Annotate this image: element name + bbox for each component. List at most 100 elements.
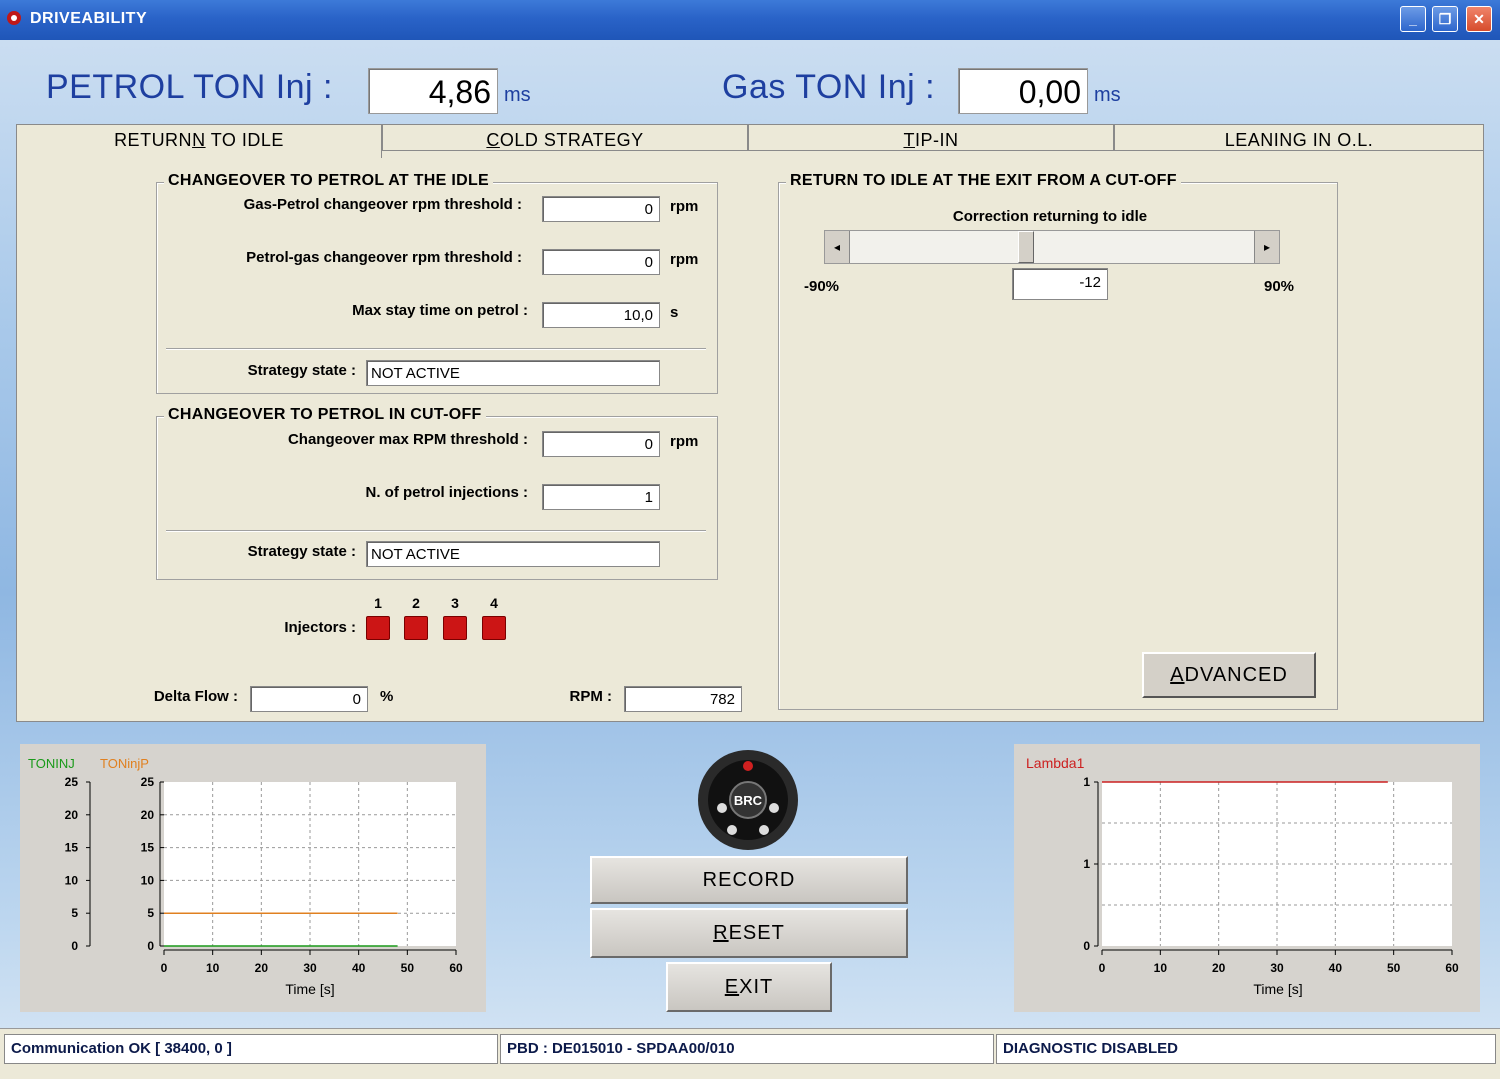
status-communication: Communication OK [ 38400, 0 ] [4, 1034, 498, 1064]
percent-unit: % [380, 688, 394, 705]
tab-label-accel: T [903, 130, 915, 150]
injector-number: 4 [490, 595, 498, 611]
y-tick-label: 10 [65, 873, 79, 887]
y-tick-label: 20 [65, 808, 79, 822]
x-tick-label: 50 [1387, 961, 1401, 975]
y-tick-label: 25 [65, 775, 79, 789]
x-tick-label: 0 [1099, 961, 1106, 975]
app-icon [7, 11, 21, 25]
y-tick-label: 0 [147, 939, 154, 953]
changeover-max-rpm-field[interactable]: 0 [542, 431, 660, 457]
tab-label-rest: TO IDLE [205, 130, 284, 150]
rpm-field: 782 [624, 686, 742, 712]
gas-ton-label: Gas TON Inj : [722, 68, 936, 106]
x-tick-label: 10 [1154, 961, 1168, 975]
correction-label: Correction returning to idle [952, 208, 1148, 225]
gas-ton-unit: ms [1094, 84, 1121, 106]
delta-flow-label: Delta Flow : [153, 688, 238, 705]
x-tick-label: 40 [352, 961, 366, 975]
cutoff-idle-title: RETURN TO IDLE AT THE EXIT FROM A CUT-OF… [786, 172, 1181, 190]
y-tick-label: 5 [71, 906, 78, 920]
gas-petrol-threshold-field[interactable]: 0 [542, 196, 660, 222]
y-tick-label: 0 [1083, 939, 1090, 953]
y-tick-label: 1 [1083, 857, 1090, 871]
ton-chart-svg: TONINJ TONinjP 2520151050 2520151050 0 10… [28, 756, 463, 997]
max-stay-time-field[interactable]: 10,0 [542, 302, 660, 328]
x-tick-label: 60 [1445, 961, 1459, 975]
reset-button[interactable]: RESET [590, 908, 908, 958]
x-tick-label: 60 [449, 961, 463, 975]
max-stay-time-label: Max stay time on petrol : [352, 302, 528, 319]
y-tick-label: 15 [141, 841, 155, 855]
legend-toninjp: TONinjP [100, 756, 149, 771]
x-tick-label: 30 [303, 961, 317, 975]
tab-label-accel: N [192, 130, 206, 150]
idle-strategy-state-field: NOT ACTIVE [366, 360, 660, 386]
tab-label: LEANING IN O.L. [1224, 130, 1374, 150]
gas-ton-value: 0,00 [958, 68, 1088, 114]
divider [166, 348, 706, 350]
x-axis-label: Time [s] [1253, 981, 1302, 997]
injectors-label: Injectors : [284, 619, 356, 636]
brc-logo: BRC [696, 748, 800, 852]
minimize-button[interactable]: _ [1400, 6, 1426, 32]
rpm-unit: rpm [670, 251, 699, 268]
logo-text: BRC [734, 793, 763, 808]
x-tick-label: 10 [206, 961, 220, 975]
rpm-unit: rpm [670, 198, 699, 215]
tab-label: RETURN [114, 130, 193, 150]
lambda-chart-svg: Lambda1 110 0 10 20 30 40 50 60 Time [s] [1026, 755, 1459, 997]
y-tick-label: 0 [71, 939, 78, 953]
petrol-gas-threshold-field[interactable]: 0 [542, 249, 660, 275]
correction-value-field: -12 [1012, 268, 1108, 300]
slider-left-arrow-icon[interactable]: ◂ [825, 231, 850, 263]
window-title: DRIVEABILITY [30, 10, 148, 27]
y-tick-label: 20 [141, 808, 155, 822]
maximize-icon: ❐ [1438, 10, 1452, 27]
close-icon: ✕ [1473, 10, 1485, 27]
button-label: XIT [739, 976, 774, 998]
button-label: ESET [728, 922, 785, 944]
petrol-injections-field[interactable]: 1 [542, 484, 660, 510]
maximize-button[interactable]: ❐ [1432, 6, 1458, 32]
changeover-max-rpm-label: Changeover max RPM threshold : [287, 431, 528, 448]
slider-right-arrow-icon[interactable]: ▸ [1254, 231, 1279, 263]
button-label: DVANCED [1184, 664, 1288, 686]
status-diagnostic: DIAGNOSTIC DISABLED [996, 1034, 1496, 1064]
injector-number: 2 [412, 595, 420, 611]
petrol-ton-value: 4,86 [368, 68, 498, 114]
close-button[interactable]: ✕ [1466, 6, 1492, 32]
strategy-state-label: Strategy state : [247, 362, 356, 379]
lambda-chart: Lambda1 110 0 10 20 30 40 50 60 Time [s] [1014, 744, 1480, 1012]
strategy-state-label: Strategy state : [247, 543, 356, 560]
status-pbd: PBD : DE015010 - SPDAA00/010 [500, 1034, 994, 1064]
slider-thumb[interactable] [1018, 231, 1034, 263]
exit-button[interactable]: EXIT [666, 962, 832, 1012]
y-tick-label: 1 [1083, 775, 1090, 789]
gas-petrol-threshold-label: Gas-Petrol changeover rpm threshold : [243, 196, 522, 213]
idle-group-title: CHANGEOVER TO PETROL AT THE IDLE [164, 172, 494, 190]
x-tick-label: 20 [255, 961, 269, 975]
injector-indicator [482, 616, 506, 640]
y-tick-label: 10 [141, 873, 155, 887]
x-tick-label: 30 [1270, 961, 1284, 975]
button-accel: A [1170, 664, 1185, 686]
injector-indicator [366, 616, 390, 640]
tab-return-to-idle[interactable]: RETURNN TO IDLE [16, 124, 382, 158]
button-accel: E [724, 976, 740, 998]
record-button[interactable]: RECORD [590, 856, 908, 904]
rpm-unit: rpm [670, 433, 699, 450]
injector-number: 3 [451, 595, 459, 611]
tab-label-accel: C [486, 130, 500, 150]
x-tick-label: 40 [1329, 961, 1343, 975]
tab-label-rest: OLD STRATEGY [499, 130, 644, 150]
ton-chart: TONINJ TONinjP 25 20 15 10 5 0 25 20 15 10 5 0 0 10… [20, 744, 486, 1012]
tab-label-rest: IP-IN [914, 130, 959, 150]
legend-lambda1: Lambda1 [1026, 755, 1085, 771]
button-accel: R [713, 922, 729, 944]
petrol-ton-label: PETROL TON Inj : [46, 68, 334, 106]
correction-slider[interactable]: ◂ ▸ [824, 230, 1280, 264]
delta-flow-field: 0 [250, 686, 368, 712]
divider [166, 530, 706, 532]
advanced-button[interactable]: ADVANCED [1142, 652, 1316, 698]
